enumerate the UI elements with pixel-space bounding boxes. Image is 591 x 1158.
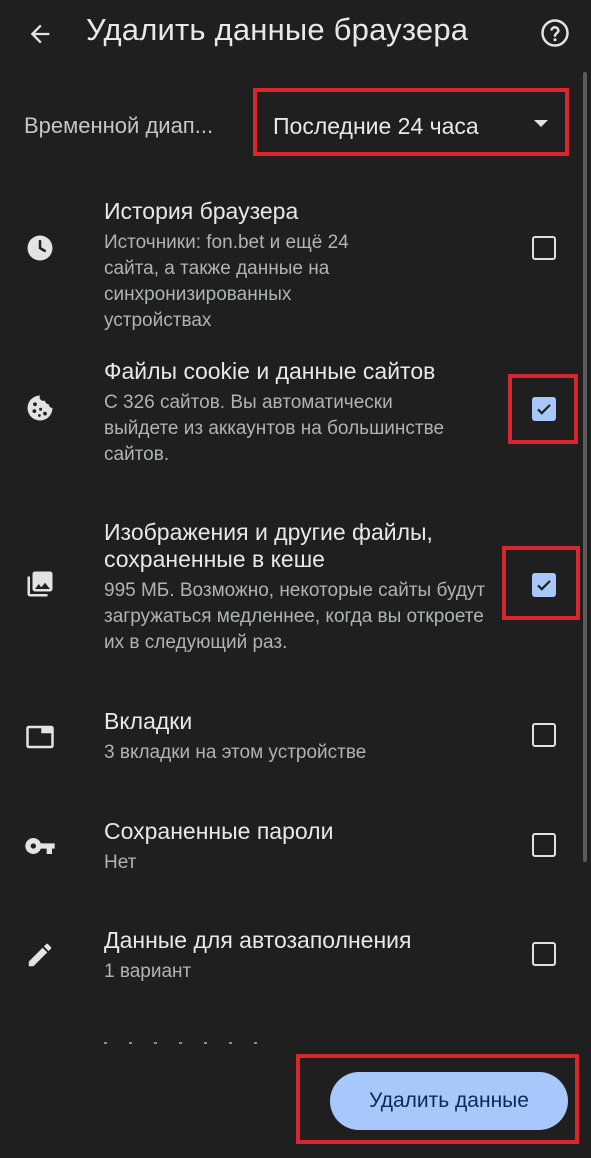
- checkbox-tabs[interactable]: [532, 723, 556, 747]
- top-app-bar: Удалить данные браузера: [0, 0, 591, 70]
- clipped-next-item: [104, 1034, 284, 1044]
- highlight-box-delete-button: [296, 1054, 579, 1144]
- clock-icon: [22, 230, 58, 266]
- back-button[interactable]: [22, 16, 58, 52]
- cookie-icon: [22, 390, 58, 426]
- image-icon: [22, 566, 58, 602]
- option-passwords[interactable]: Сохраненные пароли Нет: [0, 815, 591, 885]
- tab-icon: [22, 719, 58, 755]
- option-browsing-history[interactable]: История браузера Источники: fon.bet и ещ…: [0, 190, 591, 331]
- option-description: С 326 сайтов. Вы автоматически выйдете и…: [104, 392, 445, 465]
- highlight-box-cached-images: [502, 546, 580, 620]
- option-title: Сохраненные пароли: [104, 818, 334, 844]
- option-title: Данные для автозаполнения: [104, 927, 412, 953]
- checkbox-browsing-history[interactable]: [532, 236, 556, 260]
- option-description: Нет: [104, 852, 137, 873]
- highlight-box-time-range: [253, 88, 569, 156]
- pencil-icon: [22, 937, 58, 973]
- time-range-label: Временной диап...: [24, 113, 214, 138]
- time-range-row: Временной диап... Последние 24 часа: [0, 88, 591, 160]
- option-title: История браузера: [104, 198, 299, 224]
- highlight-box-cookies: [508, 374, 578, 444]
- option-title: Вкладки: [104, 708, 193, 734]
- option-tabs[interactable]: Вкладки 3 вкладки на этом устройстве: [0, 705, 591, 775]
- option-description: Источники: fon.bet и ещё 24 сайта, а так…: [104, 232, 349, 331]
- scrollbar[interactable]: [583, 72, 587, 862]
- option-description: 1 вариант: [104, 961, 192, 982]
- option-description: 995 МБ. Возможно, некоторые сайты будут …: [104, 580, 486, 653]
- key-icon: [22, 828, 58, 864]
- option-title: Изображения и другие файлы, сохраненные …: [104, 519, 433, 572]
- checkbox-autofill[interactable]: [532, 942, 556, 966]
- option-cached-images[interactable]: Изображения и другие файлы, сохраненные …: [0, 512, 591, 662]
- checkbox-passwords[interactable]: [532, 833, 556, 857]
- page-title: Удалить данные браузера: [86, 12, 469, 47]
- help-icon: [541, 19, 569, 47]
- option-title: Файлы cookie и данные сайтов: [104, 358, 436, 384]
- option-cookies[interactable]: Файлы cookie и данные сайтов С 326 сайто…: [0, 350, 591, 475]
- option-description: 3 вкладки на этом устройстве: [104, 742, 367, 763]
- option-autofill[interactable]: Данные для автозаполнения 1 вариант: [0, 924, 591, 994]
- help-button[interactable]: [538, 16, 572, 50]
- arrow-back-icon: [30, 24, 50, 44]
